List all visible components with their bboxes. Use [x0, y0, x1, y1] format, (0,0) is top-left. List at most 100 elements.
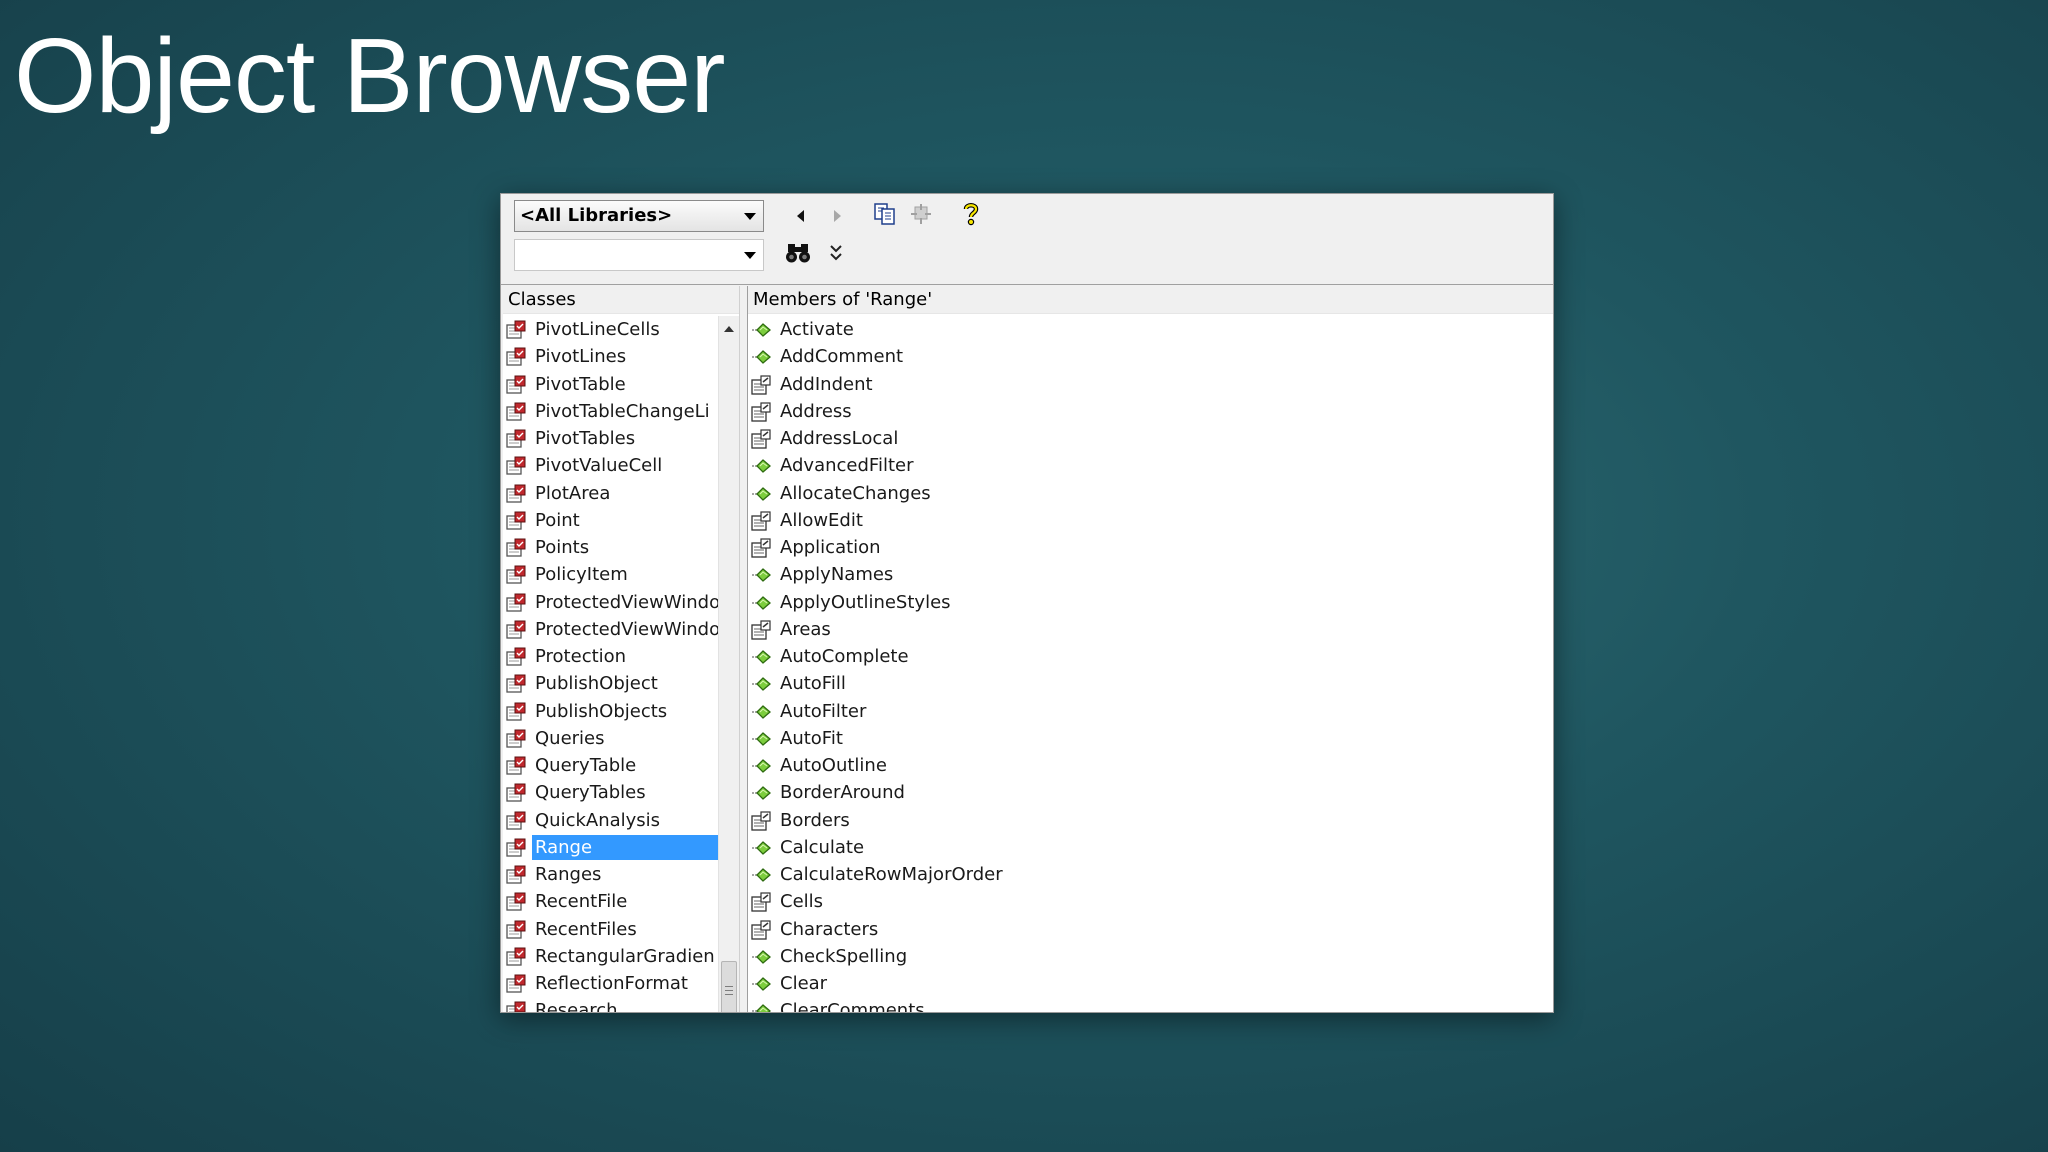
member-list-item[interactable]: Areas [748, 616, 1553, 643]
member-list-item[interactable]: CalculateRowMajorOrder [748, 861, 1553, 888]
go-forward-button[interactable] [823, 202, 851, 230]
class-list-item[interactable]: Protection [503, 643, 719, 670]
class-name: RecentFiles [535, 918, 637, 940]
member-list-item[interactable]: ApplyOutlineStyles [748, 589, 1553, 616]
method-icon [751, 783, 771, 803]
class-icon [506, 565, 526, 585]
library-dropdown[interactable]: <All Libraries> [514, 200, 764, 232]
member-list-item[interactable]: AddIndent [748, 371, 1553, 398]
member-name: Cells [780, 891, 824, 913]
go-back-button[interactable] [786, 202, 814, 230]
class-list-item[interactable]: PivotTableChangeLi [503, 398, 719, 425]
member-list-item[interactable]: AutoFilter [748, 698, 1553, 725]
method-icon [751, 347, 771, 367]
classes-pane: Classes PivotLineCells PivotLines PivotTab… [503, 286, 739, 1012]
class-list-item[interactable]: PublishObject [503, 670, 719, 697]
class-list-item[interactable]: Points [503, 534, 719, 561]
method-icon [751, 1001, 771, 1012]
member-list-item[interactable]: BorderAround [748, 779, 1553, 806]
class-list-item[interactable]: QueryTables [503, 779, 719, 806]
class-icon [506, 674, 526, 694]
member-name: AddressLocal [780, 428, 899, 449]
member-list-item[interactable]: AutoFit [748, 725, 1553, 752]
member-list-item[interactable]: Cells [748, 888, 1553, 915]
member-list-item[interactable]: ClearComments [748, 997, 1553, 1012]
class-icon [506, 811, 526, 831]
member-list-item[interactable]: AddComment [748, 343, 1553, 370]
class-name: RectangularGradien [535, 945, 715, 967]
member-list-item[interactable]: Calculate [748, 834, 1553, 861]
method-icon [751, 865, 771, 885]
class-name: Points [535, 537, 590, 558]
method-icon [751, 320, 771, 340]
member-name: AddIndent [780, 373, 873, 395]
object-browser-window: <All Libraries> Classes PivotLineCells P… [500, 193, 1554, 1013]
back-arrow-icon [796, 210, 804, 222]
member-list-item[interactable]: Borders [748, 807, 1553, 834]
class-list-item[interactable]: ProtectedViewWindo [503, 589, 719, 616]
class-list-item[interactable]: RecentFile [503, 888, 719, 915]
scroll-up-arrow-icon[interactable] [724, 326, 734, 332]
class-list-item[interactable]: PlotArea [503, 480, 719, 507]
member-list-item[interactable]: AllocateChanges [748, 480, 1553, 507]
member-name: Characters [780, 918, 879, 940]
dropdown-arrow-icon[interactable] [744, 252, 756, 259]
class-icon [506, 947, 526, 967]
class-icon [506, 1001, 526, 1012]
class-list-item[interactable]: RecentFiles [503, 916, 719, 943]
class-name: PolicyItem [535, 564, 628, 586]
class-list-item[interactable]: Range [503, 834, 719, 861]
member-list-item[interactable]: Activate [748, 316, 1553, 343]
member-list-item[interactable]: ApplyNames [748, 561, 1553, 588]
toolbar: <All Libraries> [501, 194, 1553, 285]
class-icon [506, 865, 526, 885]
class-list-item[interactable]: PivotLines [503, 343, 719, 370]
dropdown-arrow-icon[interactable] [744, 213, 756, 220]
member-name: Calculate [780, 836, 865, 858]
class-list-item[interactable]: PivotLineCells [503, 316, 719, 343]
method-icon [751, 647, 771, 667]
search-text-combobox[interactable] [514, 239, 764, 271]
class-list-item[interactable]: Ranges [503, 861, 719, 888]
member-name: BorderAround [780, 782, 905, 804]
members-list: Activate AddComment AddIndent Address Addres… [748, 316, 1553, 1012]
class-list-item[interactable]: PolicyItem [503, 561, 719, 588]
member-list-item[interactable]: AutoComplete [748, 643, 1553, 670]
view-definition-button[interactable] [907, 200, 935, 228]
class-list-item[interactable]: RectangularGradien [503, 943, 719, 970]
class-list-item[interactable]: Research [503, 997, 719, 1012]
member-list-item[interactable]: AllowEdit [748, 507, 1553, 534]
member-name: AllowEdit [780, 509, 863, 531]
member-list-item[interactable]: AutoFill [748, 670, 1553, 697]
class-list-item[interactable]: PivotValueCell [503, 452, 719, 479]
member-list-item[interactable]: AutoOutline [748, 752, 1553, 779]
class-list-item[interactable]: ProtectedViewWindo [503, 616, 719, 643]
member-list-item[interactable]: Application [748, 534, 1553, 561]
class-list-item[interactable]: PivotTable [503, 371, 719, 398]
copy-to-clipboard-button[interactable] [871, 200, 899, 228]
class-list-item[interactable]: QueryTable [503, 752, 719, 779]
member-list-item[interactable]: Address [748, 398, 1553, 425]
member-list-item[interactable]: Characters [748, 916, 1553, 943]
member-list-item[interactable]: CheckSpelling [748, 943, 1553, 970]
class-list-item[interactable]: Queries [503, 725, 719, 752]
help-button[interactable] [957, 200, 985, 228]
class-list-item[interactable]: ReflectionFormat [503, 970, 719, 997]
scrollbar-thumb[interactable] [721, 961, 737, 1012]
class-list-item[interactable]: Point [503, 507, 719, 534]
binoculars-icon [786, 244, 810, 263]
class-name: Research [535, 1000, 618, 1012]
search-button[interactable] [784, 239, 812, 267]
class-list-item[interactable]: QuickAnalysis [503, 807, 719, 834]
member-list-item[interactable]: AdvancedFilter [748, 452, 1553, 479]
member-list-item[interactable]: AddressLocal [748, 425, 1553, 452]
property-icon [751, 429, 771, 449]
class-name: QueryTables [535, 782, 646, 804]
show-search-results-button[interactable] [822, 239, 850, 267]
class-list-item[interactable]: PivotTables [503, 425, 719, 452]
member-list-item[interactable]: Clear [748, 970, 1553, 997]
classes-scrollbar[interactable] [718, 316, 739, 1012]
class-icon [506, 456, 526, 476]
class-list-item[interactable]: PublishObjects [503, 698, 719, 725]
member-name: Activate [780, 319, 854, 340]
